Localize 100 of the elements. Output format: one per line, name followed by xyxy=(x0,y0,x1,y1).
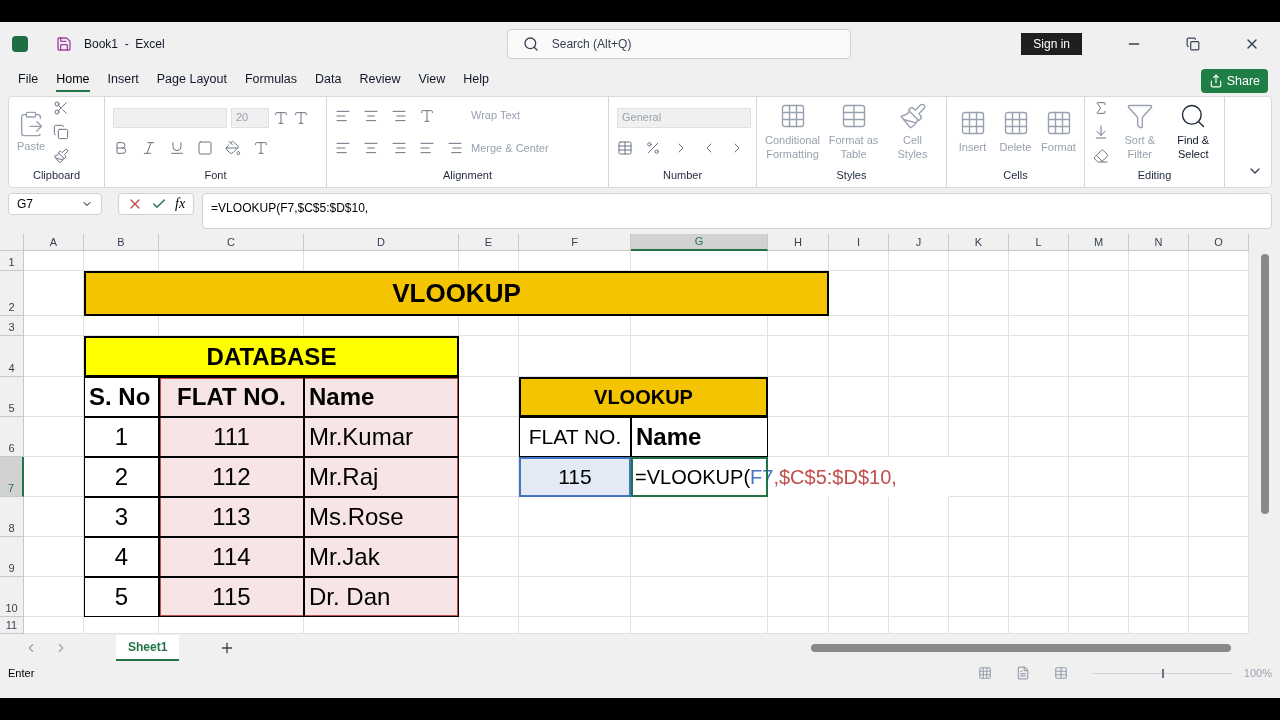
page-layout-icon[interactable] xyxy=(1015,666,1030,680)
empty-cell xyxy=(1069,577,1129,617)
menu-tab[interactable]: Data xyxy=(315,69,342,93)
excel-logo-icon xyxy=(12,36,28,52)
row-header[interactable]: 1 xyxy=(0,251,24,271)
sign-in-button[interactable]: Sign in xyxy=(1021,33,1082,55)
column-header[interactable]: F xyxy=(519,234,631,251)
table-cell: 2 xyxy=(84,457,159,497)
empty-cell xyxy=(1069,457,1129,497)
menu-tab[interactable]: View xyxy=(418,69,446,93)
empty-cell xyxy=(949,316,1009,336)
font-field[interactable] xyxy=(113,107,227,128)
table-cell: Name xyxy=(631,417,768,457)
table-cell: VLOOKUP xyxy=(519,377,768,417)
empty-cell xyxy=(1129,537,1189,577)
table-cell: Ms.Rose xyxy=(304,497,459,537)
row-header[interactable]: 5 xyxy=(0,377,24,417)
row-header[interactable]: 4 xyxy=(0,336,24,377)
window-title: Book1 - Excel xyxy=(84,36,165,53)
empty-cell xyxy=(949,336,1009,377)
menu-tab[interactable]: Page Layout xyxy=(156,69,227,93)
table-cell: 5 xyxy=(84,577,159,617)
empty-cell xyxy=(459,577,519,617)
row-header[interactable]: 11 xyxy=(0,617,24,634)
percent-icon[interactable] xyxy=(645,139,661,156)
row-header[interactable]: 6 xyxy=(0,417,24,457)
empty-cell xyxy=(1009,271,1069,316)
column-header[interactable]: A xyxy=(24,234,84,251)
empty-cell xyxy=(949,537,1009,577)
tool-icon xyxy=(1125,102,1154,130)
empty-cell xyxy=(1129,377,1189,417)
name-box[interactable]: G7 xyxy=(8,193,102,215)
column-header[interactable]: D xyxy=(304,234,459,251)
formula-field[interactable]: =VLOOKUP(F7,$C$5:$D$10, xyxy=(202,193,1272,229)
column-header[interactable]: G xyxy=(631,234,768,251)
empty-cell xyxy=(889,377,949,417)
eraser-icon[interactable] xyxy=(1093,147,1109,164)
column-header[interactable]: C xyxy=(159,234,304,251)
menu-tab[interactable]: Help xyxy=(463,69,490,93)
normal-view-icon[interactable] xyxy=(977,666,992,680)
column-header[interactable]: I xyxy=(829,234,889,251)
format-painter-icon[interactable] xyxy=(53,147,70,164)
save-icon[interactable] xyxy=(56,36,72,52)
table-cell: 112 xyxy=(159,457,304,497)
menu-tab[interactable]: Home xyxy=(56,69,90,93)
empty-cell xyxy=(1009,497,1069,537)
empty-cell xyxy=(949,271,1009,316)
zoom-slider-thumb[interactable] xyxy=(1161,668,1164,678)
column-header[interactable]: J xyxy=(889,234,949,251)
column-header[interactable]: O xyxy=(1189,234,1249,251)
italic-icon[interactable] xyxy=(141,139,157,156)
column-header[interactable]: N xyxy=(1129,234,1189,251)
bold-icon[interactable] xyxy=(113,139,129,156)
page-break-icon[interactable] xyxy=(1053,666,1068,680)
fill-color-icon[interactable] xyxy=(225,139,241,156)
empty-cell xyxy=(1009,457,1069,497)
column-header[interactable]: M xyxy=(1069,234,1129,251)
table-cell: 111 xyxy=(159,417,304,457)
row-header[interactable]: 9 xyxy=(0,537,24,577)
empty-cell xyxy=(1009,251,1069,271)
empty-cell xyxy=(1009,417,1069,457)
row-header[interactable]: 8 xyxy=(0,497,24,537)
row-header[interactable]: 7 xyxy=(0,457,24,497)
empty-cell xyxy=(1069,377,1129,417)
row-header[interactable]: 3 xyxy=(0,316,24,336)
empty-cell xyxy=(1129,336,1189,377)
ribbon-button[interactable]: Find & Select xyxy=(1170,102,1216,162)
fill-icon[interactable] xyxy=(1093,123,1109,140)
zoom-level: 100% xyxy=(1243,665,1272,681)
table-cell: 113 xyxy=(159,497,304,537)
menu-tab[interactable]: Insert xyxy=(107,69,139,93)
empty-cell xyxy=(889,537,949,577)
copy-icon[interactable] xyxy=(53,123,70,140)
autosum-icon[interactable] xyxy=(1093,99,1109,116)
group-label: Editing xyxy=(1136,167,1173,183)
group-label: Clipboard xyxy=(31,167,82,183)
empty-cell xyxy=(1129,577,1189,617)
status-text: Enter xyxy=(8,665,35,681)
menu-tab[interactable]: File xyxy=(18,69,39,93)
menu-tab[interactable]: Review xyxy=(359,69,401,93)
group-label: Cells xyxy=(1002,167,1029,183)
column-header[interactable]: K xyxy=(949,234,1009,251)
empty-cell xyxy=(949,577,1009,617)
border-icon[interactable] xyxy=(197,139,213,156)
empty-cell xyxy=(1069,537,1129,577)
cut-icon[interactable] xyxy=(53,99,70,116)
search-field[interactable]: Search (Alt+Q) xyxy=(506,29,851,59)
share-button[interactable]: Share xyxy=(1200,68,1268,94)
row-header[interactable]: 2 xyxy=(0,271,24,316)
column-header[interactable]: E xyxy=(459,234,519,251)
insert-function-button[interactable]: fx xyxy=(175,196,186,212)
row-header[interactable]: 10 xyxy=(0,577,24,617)
column-header[interactable]: H xyxy=(768,234,829,251)
underline-icon[interactable] xyxy=(169,139,185,156)
column-header[interactable]: B xyxy=(84,234,159,251)
menu-tab[interactable]: Formulas xyxy=(244,69,298,93)
table-cell: Mr.Kumar xyxy=(304,417,459,457)
restore-icon[interactable] xyxy=(1186,37,1200,51)
column-header[interactable]: L xyxy=(1009,234,1069,251)
sheet-tab[interactable]: Sheet1 xyxy=(116,635,180,661)
